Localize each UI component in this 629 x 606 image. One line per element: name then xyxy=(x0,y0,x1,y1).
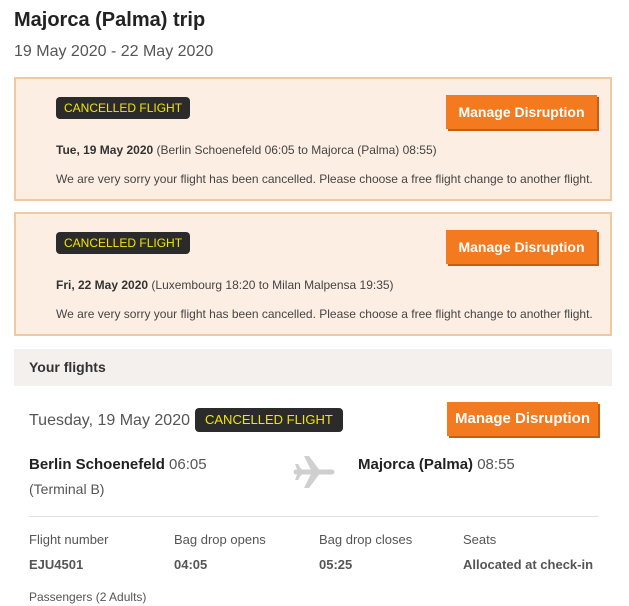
alert-flight-route: (Berlin Schoenefeld 06:05 to Majorca (Pa… xyxy=(153,143,437,157)
alert-flight-details: Tue, 19 May 2020 (Berlin Schoenefeld 06:… xyxy=(56,143,437,157)
departure-time: 06:05 xyxy=(164,456,207,473)
flight-number-label: Flight number xyxy=(29,532,109,547)
passengers-count: Passengers (2 Adults) xyxy=(29,590,147,604)
alert-flight-date: Tue, 19 May 2020 xyxy=(56,143,154,157)
alert-message: We are very sorry your flight has been c… xyxy=(56,172,593,186)
disruption-alert: CANCELLED FLIGHT Manage Disruption Tue, … xyxy=(14,77,612,201)
manage-disruption-button[interactable]: Manage Disruption xyxy=(446,95,597,129)
cancelled-flight-badge: CANCELLED FLIGHT xyxy=(56,97,191,119)
alert-message: We are very sorry your flight has been c… xyxy=(56,307,593,321)
flight-date: Tuesday, 19 May 2020 xyxy=(29,412,190,429)
departure: Berlin Schoenefeld 06:05 xyxy=(29,456,207,473)
arrival-time: 08:55 xyxy=(473,456,515,473)
divider xyxy=(29,516,598,517)
bag-drop-opens-value: 04:05 xyxy=(174,557,208,572)
arrival-airport: Majorca (Palma) xyxy=(358,456,474,473)
alert-flight-details: Fri, 22 May 2020 (Luxembourg 18:20 to Mi… xyxy=(56,278,394,292)
cancelled-flight-badge: CANCELLED FLIGHT xyxy=(56,232,191,254)
bag-drop-closes-value: 05:25 xyxy=(319,557,353,572)
cancelled-flight-badge: CANCELLED FLIGHT xyxy=(195,408,343,432)
bag-drop-opens-label: Bag drop opens xyxy=(174,532,266,547)
disruption-alert: CANCELLED FLIGHT Manage Disruption Fri, … xyxy=(14,212,612,336)
trip-title: Majorca (Palma) trip xyxy=(14,9,206,31)
departure-airport: Berlin Schoenefeld xyxy=(29,456,165,473)
alert-flight-route: (Luxembourg 18:20 to Milan Malpensa 19:3… xyxy=(148,278,394,292)
flight-number-value: EJU4501 xyxy=(29,557,84,572)
manage-disruption-button[interactable]: Manage Disruption xyxy=(447,402,598,436)
trip-dates: 19 May 2020 - 22 May 2020 xyxy=(14,43,214,60)
bag-drop-closes-label: Bag drop closes xyxy=(319,532,413,547)
seats-value: Allocated at check-in xyxy=(463,557,594,572)
departure-terminal: (Terminal B) xyxy=(29,481,105,497)
arrival: Majorca (Palma) 08:55 xyxy=(358,456,515,473)
alert-flight-date: Fri, 22 May 2020 xyxy=(56,278,149,292)
manage-disruption-button[interactable]: Manage Disruption xyxy=(446,230,597,264)
seats-label: Seats xyxy=(463,532,497,547)
airplane-icon xyxy=(292,452,336,492)
your-flights-header: Your flights xyxy=(14,349,612,386)
